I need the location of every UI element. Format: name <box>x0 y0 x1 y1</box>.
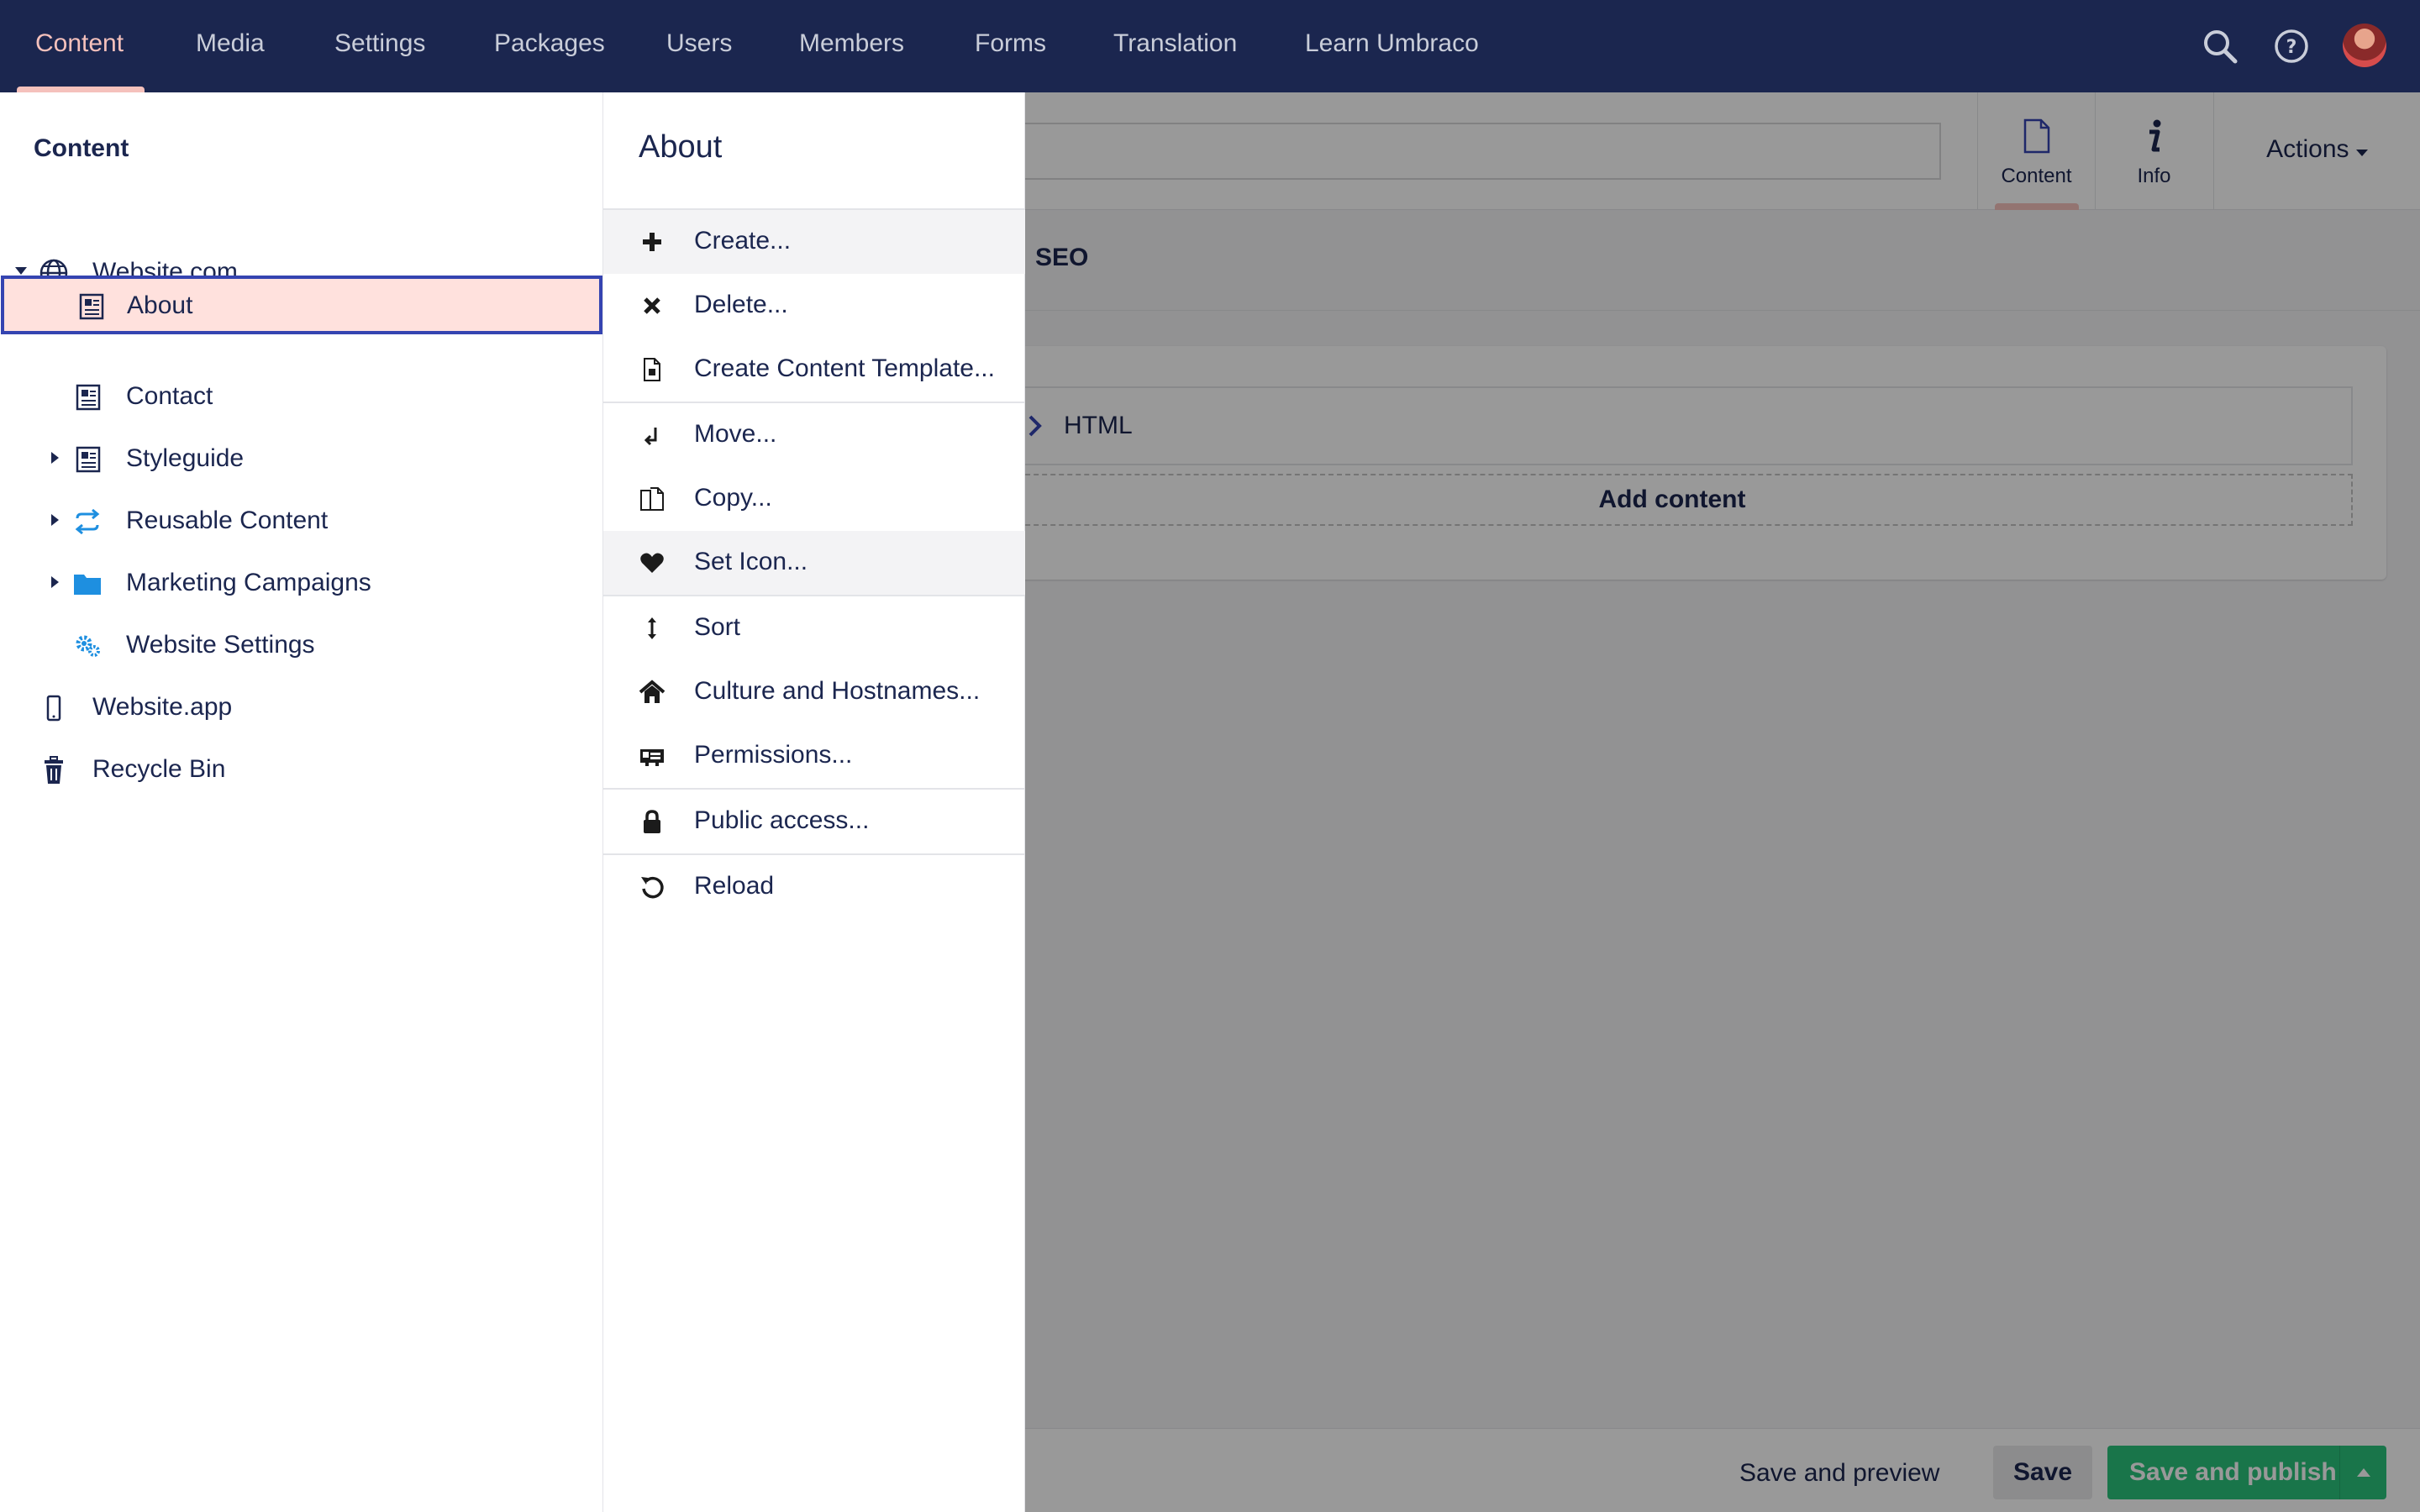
folder-icon <box>74 575 101 595</box>
nav-item-media[interactable]: Media <box>196 0 265 92</box>
tree-item-label: Styleguide <box>126 444 245 472</box>
tree-item-marketing-campaigns[interactable]: Marketing Campaigns <box>0 553 603 615</box>
nav-item-forms[interactable]: Forms <box>975 0 1046 92</box>
caret-right-icon[interactable] <box>49 575 60 589</box>
menu-item-permissions[interactable]: Permissions... <box>603 724 1025 788</box>
menu-item-copy[interactable]: Copy... <box>603 467 1025 531</box>
top-navigation: Content Media Settings Packages Users Me… <box>0 0 2420 92</box>
tree-item-contact[interactable]: Contact <box>0 366 603 428</box>
settings-icon <box>76 635 100 657</box>
nav-item-packages[interactable]: Packages <box>494 0 605 92</box>
tree-item-recycle-bin[interactable]: Recycle Bin <box>0 739 603 801</box>
tree-item-about[interactable]: About <box>1 276 602 334</box>
tree-item-label: Website Settings <box>126 631 315 659</box>
menu-item-label: Create Content Template... <box>694 354 995 382</box>
tree-item-label: Recycle Bin <box>92 755 226 783</box>
document-icon <box>79 293 104 320</box>
search-icon[interactable] <box>2199 25 2241 67</box>
document-icon <box>76 384 101 411</box>
tree-item-label: Reusable Content <box>126 507 329 534</box>
home-icon <box>639 680 666 703</box>
menu-item-create-content-template[interactable]: Create Content Template... <box>603 338 1025 402</box>
tree-item-styleguide[interactable]: Styleguide <box>0 428 603 491</box>
caret-down-icon[interactable] <box>15 265 27 276</box>
template-icon <box>644 358 660 381</box>
menu-item-label: Culture and Hostnames... <box>694 677 981 705</box>
svg-text:?: ? <box>2286 37 2297 58</box>
menu-item-public-access[interactable]: Public access... <box>603 790 1025 853</box>
menu-item-delete[interactable]: Delete... <box>603 274 1025 338</box>
reload-icon <box>641 876 664 899</box>
menu-item-label: Public access... <box>694 806 870 834</box>
menu-item-label: Permissions... <box>694 741 853 769</box>
tree-item-label: About <box>127 291 193 319</box>
tree-item-label: Website.app <box>92 693 233 721</box>
caret-right-icon[interactable] <box>49 513 60 527</box>
tree-item-label: Contact <box>126 382 213 410</box>
avatar[interactable] <box>2343 24 2386 67</box>
actions-menu: About Create... Delete... Create Content… <box>603 92 1025 1512</box>
nav-item-users[interactable]: Users <box>666 0 732 92</box>
modal-backdrop[interactable] <box>1025 92 2420 1512</box>
nav-item-translation[interactable]: Translation <box>1113 0 1237 92</box>
delete-x-icon <box>644 297 660 314</box>
tree-title: Content <box>34 134 129 162</box>
sync-icon <box>75 508 100 535</box>
tree-item-label: Marketing Campaigns <box>126 569 371 596</box>
help-icon[interactable]: ? <box>2270 25 2312 67</box>
copy-icon <box>640 487 664 511</box>
menu-item-label: Reload <box>694 872 775 900</box>
document-icon <box>76 446 101 473</box>
mobile-icon <box>46 695 61 722</box>
plus-icon <box>643 233 661 251</box>
menu-item-label: Delete... <box>694 291 788 318</box>
menu-item-sort[interactable]: Sort <box>603 596 1025 660</box>
permissions-icon <box>640 749 664 766</box>
menu-item-label: Sort <box>694 613 741 641</box>
menu-item-label: Move... <box>694 420 777 448</box>
tree-item-website-app[interactable]: Website.app <box>0 677 603 739</box>
caret-right-icon[interactable] <box>49 451 60 465</box>
menu-item-set-icon[interactable]: Set Icon... <box>603 531 1025 595</box>
nav-active-indicator <box>17 87 145 92</box>
menu-title: About <box>639 129 723 165</box>
menu-item-label: Set Icon... <box>694 548 808 575</box>
lock-icon <box>644 810 660 833</box>
menu-item-label: Create... <box>694 227 792 255</box>
heart-icon <box>640 553 664 573</box>
nav-item-members[interactable]: Members <box>799 0 904 92</box>
nav-item-learn-umbraco[interactable]: Learn Umbraco <box>1305 0 1479 92</box>
menu-item-culture-hostnames[interactable]: Culture and Hostnames... <box>603 660 1025 724</box>
nav-item-settings[interactable]: Settings <box>334 0 425 92</box>
menu-item-move[interactable]: Move... <box>603 403 1025 467</box>
trash-icon <box>45 756 63 784</box>
move-icon <box>644 428 657 446</box>
content-tree: Content Website.com About Contact Styleg… <box>0 92 603 1512</box>
nav-item-content[interactable]: Content <box>35 0 124 92</box>
tree-item-reusable-content[interactable]: Reusable Content <box>0 491 603 553</box>
menu-item-reload[interactable]: Reload <box>603 855 1025 919</box>
sort-icon <box>648 617 656 639</box>
menu-item-create[interactable]: Create... <box>603 210 1025 274</box>
menu-item-label: Copy... <box>694 484 772 512</box>
tree-item-website-settings[interactable]: Website Settings <box>0 615 603 677</box>
